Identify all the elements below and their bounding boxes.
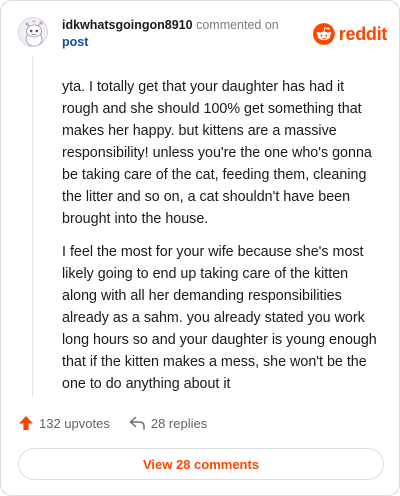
reply-stat[interactable]: 28 replies [129, 416, 207, 431]
reddit-brand[interactable]: reddit [313, 21, 387, 47]
upvote-count: 132 upvotes [39, 415, 110, 431]
comment-paragraph: yta. I totally get that your daughter ha… [62, 79, 372, 227]
post-link[interactable]: post [62, 35, 88, 49]
reddit-wordmark: reddit [338, 23, 388, 44]
username-link[interactable]: idkwhatsgoingon8910 [62, 18, 193, 32]
view-comments-button[interactable]: View 28 comments [18, 448, 384, 480]
upvote-stat[interactable]: 132 upvotes [18, 415, 110, 431]
comment-stats: 132 upvotes 28 replies [18, 415, 207, 431]
reddit-logo-icon [313, 23, 335, 45]
comment-card: idkwhatsgoingon8910 commented on post re… [0, 0, 400, 496]
snoo-avatar-icon [19, 18, 47, 46]
comment-paragraph: I feel the most for your wife because sh… [62, 244, 377, 392]
upvote-arrow-icon [19, 416, 33, 430]
comment-body: yta. I totally get that your daughter ha… [62, 76, 382, 395]
action-text: commented on [196, 18, 279, 32]
reply-arrow-icon [129, 416, 145, 430]
thread-line [32, 57, 33, 397]
reply-count: 28 replies [150, 415, 208, 431]
user-avatar[interactable] [18, 17, 48, 47]
comment-meta: idkwhatsgoingon8910 commented on [62, 17, 279, 33]
